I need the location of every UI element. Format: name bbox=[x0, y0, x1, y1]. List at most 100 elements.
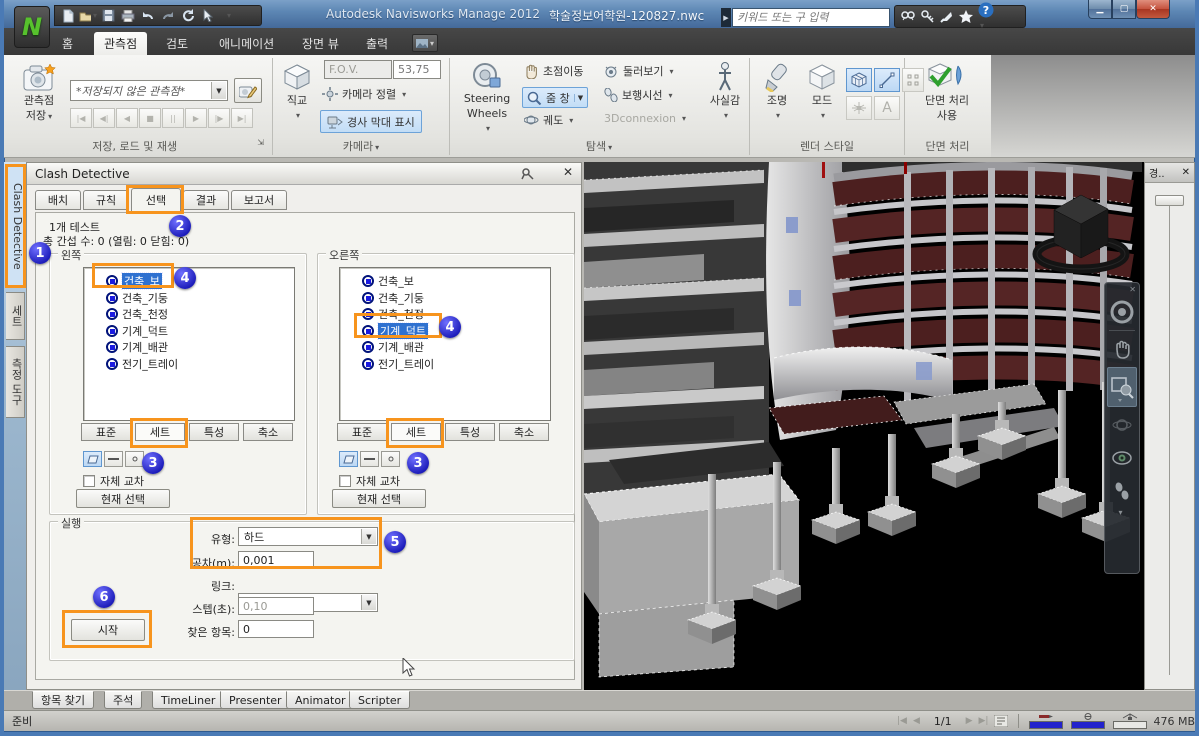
walk-tool-icon[interactable] bbox=[1107, 476, 1137, 506]
first-sheet-button[interactable]: |◀ bbox=[897, 716, 907, 726]
zoom-window-dropdown[interactable]: ▼ bbox=[574, 94, 583, 102]
show-tilt-bar-button[interactable]: 경사 막대 표시 bbox=[320, 110, 422, 133]
pan-tool-icon[interactable] bbox=[1107, 334, 1137, 364]
list-item[interactable]: 건축_천정 bbox=[106, 306, 168, 322]
clash-tab-report[interactable]: 보고서 bbox=[231, 190, 287, 210]
list-item[interactable]: 기계_덕트 bbox=[106, 323, 168, 339]
tab-home[interactable]: 홈 bbox=[52, 32, 83, 55]
clash-tab-batch[interactable]: 배치 bbox=[35, 190, 81, 210]
bottom-tab-timeliner[interactable]: TimeLiner bbox=[152, 691, 224, 709]
viewpoint-combo[interactable]: *저장되지 않은 관측점* ▼ bbox=[70, 80, 228, 101]
minimize-button[interactable]: ▁ bbox=[1088, 0, 1112, 19]
qat-customize-button[interactable] bbox=[219, 7, 237, 24]
navbar-close-icon[interactable]: ✕ bbox=[1129, 286, 1136, 294]
group-label-render[interactable]: 렌더 스타일 bbox=[752, 138, 902, 155]
zoom-window-button[interactable]: 줌 창 ▼ bbox=[522, 87, 588, 108]
lines-filter-toggle[interactable] bbox=[360, 451, 379, 467]
combo-arrow-icon[interactable]: ▼ bbox=[211, 82, 226, 99]
pin-icon[interactable] bbox=[521, 167, 535, 180]
tilt-slider-track[interactable] bbox=[1169, 195, 1170, 675]
search-icon[interactable] bbox=[901, 10, 916, 23]
snap-points-toggle[interactable] bbox=[846, 96, 872, 120]
tab-sceneview[interactable]: 장면 뷰 bbox=[292, 32, 349, 55]
new-file-button[interactable] bbox=[59, 7, 77, 24]
clash-panel-titlebar[interactable]: Clash Detective ✕ bbox=[27, 163, 581, 185]
orbit-button[interactable]: 궤도 bbox=[524, 112, 573, 128]
tilt-slider-handle[interactable] bbox=[1155, 195, 1184, 206]
self-intersect-checkbox[interactable] bbox=[83, 475, 95, 487]
found-input[interactable]: 0 bbox=[238, 620, 314, 638]
right-selection-list[interactable]: 건축_보 건축_기둥 건축_천정 기계_덕트 기계_배관 전기_트레이 bbox=[339, 267, 551, 421]
print-button[interactable] bbox=[119, 7, 137, 24]
bottom-tab-animator[interactable]: Animator bbox=[286, 691, 355, 709]
orbit-tool-icon[interactable] bbox=[1107, 410, 1137, 440]
right-subtab-properties[interactable]: 특성 bbox=[445, 423, 495, 441]
sheet-browser-button[interactable] bbox=[994, 715, 1008, 727]
surfaces-toggle[interactable] bbox=[846, 68, 872, 92]
left-subtab-compact[interactable]: 축소 bbox=[243, 423, 293, 441]
pan-button[interactable]: 초점이동 bbox=[524, 63, 583, 79]
playback-last-button[interactable]: ▶| bbox=[231, 108, 253, 128]
clash-tab-rules[interactable]: 규칙 bbox=[83, 190, 129, 210]
playback-rewind-button[interactable]: ◀ bbox=[116, 108, 138, 128]
look-around-button[interactable]: 둘러보기 bbox=[604, 63, 674, 79]
redo-button[interactable] bbox=[159, 7, 177, 24]
tab-animation[interactable]: 애니메이션 bbox=[209, 32, 284, 55]
edit-viewpoint-button[interactable] bbox=[234, 78, 262, 103]
points-filter-toggle[interactable] bbox=[381, 451, 400, 467]
tilt-panel-close-icon[interactable]: ✕ bbox=[1182, 167, 1190, 178]
lines-filter-toggle[interactable] bbox=[104, 451, 123, 467]
undo-button[interactable] bbox=[139, 7, 157, 24]
clash-tab-results[interactable]: 결과 bbox=[183, 190, 229, 210]
last-sheet-button[interactable]: ▶| bbox=[979, 716, 989, 726]
next-sheet-button[interactable]: ▶ bbox=[966, 716, 973, 726]
left-subtab-properties[interactable]: 특성 bbox=[189, 423, 239, 441]
enable-sectioning-button[interactable]: 단면 처리 사용 bbox=[909, 62, 985, 122]
favorites-star-icon[interactable] bbox=[959, 10, 973, 23]
playback-pause-button[interactable]: || bbox=[162, 108, 184, 128]
application-menu-button[interactable]: N bbox=[14, 6, 50, 48]
group-label-camera[interactable]: 카메라 bbox=[276, 138, 446, 155]
bottom-tab-scripter[interactable]: Scripter bbox=[349, 691, 410, 709]
surfaces-filter-toggle[interactable] bbox=[83, 451, 102, 467]
refresh-button[interactable] bbox=[179, 7, 197, 24]
orthographic-button[interactable]: 직교 bbox=[276, 62, 318, 122]
group-label-save[interactable]: 저장, 로드 및 재생 ⇲ bbox=[12, 138, 264, 155]
prev-sheet-button[interactable]: ◀ bbox=[913, 716, 920, 726]
close-panel-icon[interactable]: ✕ bbox=[563, 165, 573, 179]
list-item[interactable]: 기계_배관 bbox=[362, 339, 424, 355]
list-item[interactable]: 기계_배관 bbox=[106, 339, 168, 355]
playback-next-frame-button[interactable]: |▶ bbox=[208, 108, 230, 128]
search-input[interactable] bbox=[733, 9, 889, 26]
list-item[interactable]: 건축_기둥 bbox=[362, 290, 424, 306]
playback-first-button[interactable]: |◀ bbox=[70, 108, 92, 128]
tab-review[interactable]: 검토 bbox=[156, 32, 198, 55]
bottom-tab-find-items[interactable]: 항목 찾기 bbox=[32, 691, 94, 709]
playback-play-button[interactable]: ▶ bbox=[185, 108, 207, 128]
surfaces-filter-toggle[interactable] bbox=[339, 451, 358, 467]
search-expand-icon[interactable]: ▶ bbox=[721, 8, 731, 27]
steering-wheels-button[interactable]: Steering Wheels bbox=[456, 62, 518, 135]
sidebar-tab-sets[interactable]: 세트 bbox=[6, 292, 25, 340]
right-current-selection-button[interactable]: 현재 선택 bbox=[332, 489, 426, 508]
left-current-selection-button[interactable]: 현재 선택 bbox=[76, 489, 170, 508]
save-viewpoint-button[interactable]: 관측점 저장 bbox=[12, 62, 66, 123]
steering-wheel-icon[interactable] bbox=[1107, 297, 1137, 327]
maximize-button[interactable]: ▢ bbox=[1112, 0, 1136, 19]
close-button[interactable]: ✕ bbox=[1136, 0, 1170, 19]
render-mode-button[interactable]: 모드 bbox=[801, 62, 843, 122]
help-icon[interactable]: ? bbox=[978, 2, 994, 31]
fov-input[interactable]: 53,75 bbox=[393, 60, 441, 79]
self-intersect-checkbox[interactable] bbox=[339, 475, 351, 487]
tab-viewpoint[interactable]: 관측점 bbox=[94, 32, 147, 55]
tab-output[interactable]: 출력 bbox=[356, 32, 398, 55]
select-tool-button[interactable] bbox=[199, 7, 217, 24]
left-selection-list[interactable]: 건축_보 건축_기둥 건축_천정 기계_덕트 기계_배관 전기_트레이 bbox=[83, 267, 295, 421]
list-item[interactable]: 전기_트레이 bbox=[362, 356, 434, 372]
look-tool-icon[interactable] bbox=[1107, 443, 1137, 473]
right-subtab-compact[interactable]: 축소 bbox=[499, 423, 549, 441]
sidebar-tab-measure-tools[interactable]: 측정 도구 bbox=[6, 346, 25, 418]
list-item[interactable]: 건축_기둥 bbox=[106, 290, 168, 306]
walk-button[interactable]: 보행시선 bbox=[604, 87, 673, 103]
lighting-button[interactable]: 조명 bbox=[756, 62, 798, 122]
